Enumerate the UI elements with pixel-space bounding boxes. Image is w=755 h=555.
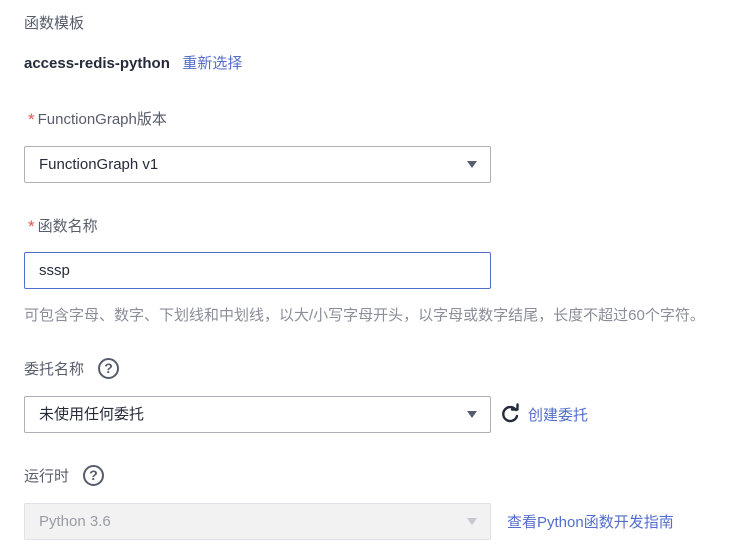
- agency-label: 委托名称: [24, 361, 85, 378]
- runtime-label: 运行时: [24, 468, 70, 485]
- name-label: 函数名称: [37, 218, 98, 235]
- runtime-label-row: 运行时 ?: [24, 465, 105, 486]
- required-mark: *: [28, 110, 35, 129]
- function-name-hint: 可包含字母、数字、下划线和中划线，以大/小写字母开头，以字母或数字结尾，长度不超…: [24, 307, 705, 324]
- help-icon[interactable]: ?: [83, 465, 105, 486]
- agency-label-row: 委托名称 ?: [24, 358, 120, 379]
- template-name: access-redis-python: [24, 55, 170, 72]
- version-label: FunctionGraph版本: [37, 111, 167, 128]
- python-guide-link[interactable]: 查看Python函数开发指南: [507, 511, 674, 532]
- chevron-down-icon: [467, 161, 477, 168]
- version-label-row: * FunctionGraph版本: [28, 108, 167, 129]
- function-name-input[interactable]: sssp: [24, 252, 491, 289]
- chevron-down-icon: [467, 411, 477, 418]
- name-label-row: * 函数名称: [28, 215, 98, 236]
- create-agency-link[interactable]: 创建委托: [528, 404, 588, 425]
- function-name-value: sssp: [39, 262, 70, 279]
- version-select[interactable]: FunctionGraph v1: [24, 146, 491, 183]
- agency-select-value: 未使用任何委托: [39, 406, 145, 423]
- reselect-template-link[interactable]: 重新选择: [182, 55, 242, 72]
- version-select-value: FunctionGraph v1: [39, 156, 159, 173]
- runtime-select: Python 3.6: [24, 503, 491, 540]
- template-label: 函数模板: [24, 15, 85, 32]
- refresh-icon[interactable]: [499, 403, 521, 425]
- required-mark: *: [28, 217, 35, 236]
- template-row: access-redis-python 重新选择: [24, 52, 242, 73]
- help-icon[interactable]: ?: [98, 358, 120, 379]
- agency-select[interactable]: 未使用任何委托: [24, 396, 491, 433]
- chevron-down-icon: [467, 518, 477, 525]
- runtime-select-value: Python 3.6: [39, 513, 111, 530]
